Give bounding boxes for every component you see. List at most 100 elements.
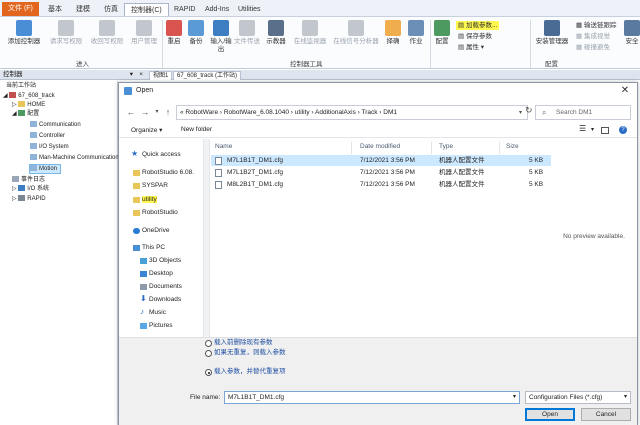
pin-icon[interactable]: ▾ bbox=[130, 70, 133, 80]
radio-selected-icon[interactable] bbox=[205, 369, 212, 376]
nav-syspar[interactable]: SYSPAR bbox=[119, 180, 203, 192]
back-arrow-icon[interactable]: ← bbox=[125, 105, 137, 119]
nav-onedrive[interactable]: OneDrive bbox=[119, 225, 203, 237]
jog-button[interactable]: 择确 bbox=[382, 20, 404, 46]
tree-home[interactable]: ▷ HOME bbox=[12, 101, 45, 109]
tree-communication[interactable]: Communication bbox=[30, 121, 81, 129]
nav-desktop[interactable]: Desktop bbox=[119, 268, 203, 280]
restart-button[interactable]: 重启 bbox=[164, 20, 184, 46]
tree-motion[interactable]: Motion bbox=[28, 164, 62, 174]
view-options-icon[interactable]: ☰ bbox=[579, 124, 586, 133]
column-type[interactable]: Type bbox=[439, 143, 453, 150]
nav-this-pc[interactable]: This PC bbox=[119, 242, 203, 254]
event-log-icon bbox=[12, 176, 19, 182]
nav-utility[interactable]: utility bbox=[119, 194, 203, 206]
tree-current-station[interactable]: 当前工作站 bbox=[6, 83, 36, 90]
dialog-options-area: 载入前删除现有参数 如果无重复，则载入参数 载入参数，并替代重复项 File n… bbox=[119, 337, 637, 425]
pane-scrollbar[interactable] bbox=[203, 139, 210, 337]
address-bar[interactable]: « RobotWare › RobotWare_6.08.1040 › util… bbox=[176, 105, 528, 120]
column-size[interactable]: Size bbox=[506, 143, 519, 150]
chevron-down-icon[interactable]: ▾ bbox=[624, 392, 627, 403]
tab-view1[interactable]: 视图1 bbox=[149, 71, 173, 80]
nav-documents[interactable]: Documents bbox=[119, 281, 203, 293]
file-row[interactable]: M7L1B2T_DM1.cfg 7/12/2021 3:56 PM 机器人配置文… bbox=[211, 167, 551, 178]
integrated-vision-button[interactable]: ▦ 集成视觉 bbox=[576, 32, 610, 41]
flexpendant-button[interactable]: 示教器 bbox=[262, 20, 290, 46]
filename-input[interactable]: M7L1B1T_DM1.cfg ▾ bbox=[224, 391, 520, 404]
io-button[interactable]: 输入/输出 bbox=[209, 20, 233, 54]
nav-3d-objects[interactable]: 3D Objects bbox=[119, 255, 203, 267]
option-load-if-no-duplicates[interactable]: 如果无重复，则载入参数 bbox=[205, 349, 290, 357]
collision-avoidance-button[interactable]: ▦ 碰撞避免 bbox=[576, 43, 610, 52]
tab-addins[interactable]: Add-Ins bbox=[199, 3, 235, 16]
help-icon[interactable]: ? bbox=[619, 126, 627, 134]
tree-io[interactable]: ▷ I/O 系统 bbox=[12, 185, 49, 193]
signal-analyzer-button[interactable]: 在线信号分析器 bbox=[330, 20, 382, 46]
chevron-down-icon[interactable]: ▾ bbox=[513, 392, 516, 403]
add-controller-button[interactable]: 添加控制器 bbox=[4, 20, 44, 46]
new-folder-button[interactable]: New folder bbox=[181, 126, 212, 133]
nav-robotstudio[interactable]: RobotStudio bbox=[119, 207, 203, 219]
request-write-button[interactable]: 请求写权限 bbox=[46, 20, 86, 46]
tree-rapid[interactable]: ▷ RAPID bbox=[12, 195, 46, 203]
nav-pictures[interactable]: Pictures bbox=[119, 320, 203, 332]
user-management-button[interactable]: 用户管理 bbox=[127, 20, 161, 46]
safety-button[interactable]: 安全 bbox=[624, 20, 640, 46]
tab-basic[interactable]: 基本 bbox=[42, 3, 68, 16]
conveyor-tracking-button[interactable]: ▦ 输送链跟踪 bbox=[576, 21, 616, 30]
nav-quick-access[interactable]: ★ Quick access bbox=[119, 149, 203, 161]
refresh-icon[interactable]: ↻ bbox=[525, 105, 533, 116]
tree-event-log[interactable]: 事件日志 bbox=[12, 176, 45, 184]
tree-controller[interactable]: Controller bbox=[30, 132, 65, 140]
radio-icon[interactable] bbox=[205, 340, 212, 347]
key-icon bbox=[58, 20, 74, 36]
column-name[interactable]: Name bbox=[215, 143, 232, 150]
cancel-button[interactable]: Cancel bbox=[581, 408, 631, 421]
tree-man-machine[interactable]: Man-Machine Communication bbox=[30, 154, 119, 162]
radio-icon[interactable] bbox=[205, 350, 212, 357]
file-row[interactable]: M7L1B1T_DM1.cfg 7/12/2021 3:56 PM 机器人配置文… bbox=[211, 155, 551, 166]
open-button[interactable]: Open bbox=[525, 408, 575, 421]
up-arrow-icon[interactable]: ↑ bbox=[162, 105, 174, 119]
tree-station[interactable]: ◢ 67_608_track bbox=[3, 92, 55, 100]
search-input[interactable]: ⌕ Search DM1 bbox=[535, 105, 631, 120]
file-transfer-button[interactable]: 文件传送 bbox=[234, 20, 260, 46]
properties-button[interactable]: ▤ 属性 ▾ bbox=[458, 43, 484, 52]
tab-controller[interactable]: 控制器(C) bbox=[124, 3, 169, 16]
column-date[interactable]: Date modified bbox=[360, 143, 400, 150]
computer-icon bbox=[133, 245, 140, 251]
folder-icon bbox=[133, 170, 140, 176]
release-write-button[interactable]: 收回写权限 bbox=[87, 20, 127, 46]
tab-file[interactable]: 文件 (F) bbox=[2, 2, 39, 16]
users-icon bbox=[136, 20, 152, 36]
forward-arrow-icon[interactable]: → bbox=[139, 105, 151, 119]
tree-io-system[interactable]: I/O System bbox=[30, 143, 69, 151]
tree-configuration[interactable]: ◢ 配置 bbox=[12, 110, 39, 118]
file-row[interactable]: M8L2B1T_DM1.cfg 7/12/2021 3:56 PM 机器人配置文… bbox=[211, 179, 551, 190]
save-parameters-button[interactable]: ▤ 保存参数 bbox=[458, 32, 492, 41]
online-monitor-button[interactable]: 在线监视器 bbox=[291, 20, 329, 46]
tab-rapid[interactable]: RAPID bbox=[168, 3, 201, 16]
filetype-select[interactable]: Configuration Files (*.cfg) ▾ bbox=[525, 391, 631, 404]
configuration-button[interactable]: 配置 bbox=[432, 20, 452, 46]
nav-music[interactable]: ♪ Music bbox=[119, 307, 203, 319]
load-parameters-button[interactable]: ▤ 加载参数... bbox=[456, 21, 500, 30]
backup-button[interactable]: 备份 bbox=[186, 20, 206, 46]
option-load-and-replace[interactable]: 载入参数，并替代重复项 bbox=[205, 368, 290, 376]
close-icon[interactable]: × bbox=[139, 70, 143, 80]
chevron-down-icon[interactable]: ▾ bbox=[519, 109, 522, 116]
tab-utilities[interactable]: Utilities bbox=[232, 3, 267, 16]
option-delete-before-load[interactable]: 载入前删除现有参数 bbox=[205, 339, 273, 347]
chevron-down-icon[interactable]: ▾ bbox=[591, 126, 594, 133]
nav-robotstudio-608[interactable]: RobotStudio 6.08. bbox=[119, 167, 203, 179]
jobs-button[interactable]: 作业 bbox=[405, 20, 427, 46]
installation-manager-button[interactable]: 安装管理器 bbox=[532, 20, 572, 46]
tab-station[interactable]: 67_608_track (工作站) bbox=[173, 71, 242, 80]
tab-simulation[interactable]: 仿真 bbox=[98, 3, 124, 16]
tab-modeling[interactable]: 建模 bbox=[70, 3, 96, 16]
organize-button[interactable]: Organize ▾ bbox=[131, 126, 162, 134]
preview-pane-icon[interactable] bbox=[601, 127, 609, 134]
nav-downloads[interactable]: ⬇ Downloads bbox=[119, 294, 203, 306]
controller-add-icon bbox=[16, 20, 32, 36]
close-icon[interactable]: ✕ bbox=[617, 84, 633, 98]
